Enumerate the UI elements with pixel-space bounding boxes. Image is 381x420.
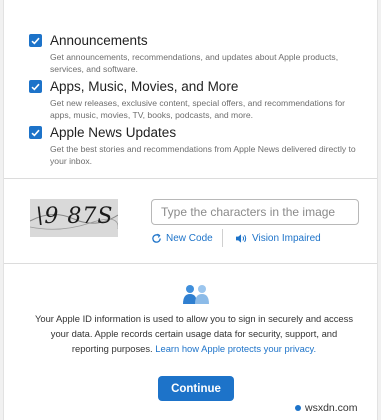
checkmark-icon: [31, 83, 40, 91]
checkmark-icon: [31, 129, 40, 137]
captcha-image: \9 87S: [30, 199, 118, 237]
new-code-link[interactable]: New Code: [151, 233, 213, 244]
option-announcements: Announcements Get announcements, recomme…: [29, 33, 364, 75]
option-apple-news: Apple News Updates Get the best stories …: [29, 125, 364, 167]
apple-news-checkbox[interactable]: [29, 126, 42, 139]
option-description: Get new releases, exclusive content, spe…: [50, 98, 346, 120]
privacy-notice: Your Apple ID information is used to all…: [34, 311, 354, 356]
continue-button[interactable]: Continue: [158, 376, 234, 401]
signup-card: Announcements Get announcements, recomme…: [3, 0, 378, 420]
divider: [4, 178, 377, 179]
watermark: wsxdn.com: [295, 402, 358, 414]
option-apps-music-movies: Apps, Music, Movies, and More Get new re…: [29, 79, 364, 121]
apps-music-movies-checkbox[interactable]: [29, 80, 42, 93]
option-description: Get announcements, recommendations, and …: [50, 52, 339, 74]
watermark-dot-icon: [295, 405, 301, 411]
refresh-icon: [152, 233, 161, 243]
speaker-icon: [236, 234, 247, 243]
divider: [4, 263, 377, 264]
vision-impaired-link[interactable]: Vision Impaired: [235, 233, 321, 244]
option-title: Apple News Updates: [50, 125, 177, 140]
privacy-link[interactable]: Learn how Apple protects your privacy.: [155, 343, 316, 354]
announcements-checkbox[interactable]: [29, 34, 42, 47]
option-title: Apps, Music, Movies, and More: [50, 79, 239, 94]
people-icon: [183, 285, 209, 304]
vision-impaired-label: Vision Impaired: [252, 233, 321, 244]
option-description: Get the best stories and recommendations…: [50, 144, 356, 166]
captcha-text: \9 87S: [36, 204, 114, 229]
new-code-label: New Code: [166, 233, 213, 244]
captcha-input[interactable]: [151, 199, 359, 225]
watermark-text: wsxdn.com: [305, 402, 358, 414]
option-title: Announcements: [50, 33, 148, 48]
link-separator: [222, 229, 223, 247]
checkmark-icon: [31, 37, 40, 45]
